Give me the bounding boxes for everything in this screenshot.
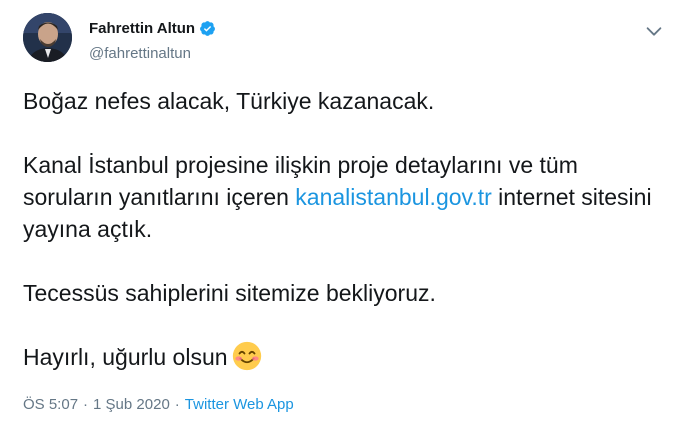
tweet-text: Boğaz nefes alacak, Türkiye kazanacak. K… <box>23 85 663 373</box>
tweet-line-3: Tecessüs sahiplerini sitemize bekliyoruz… <box>23 280 436 306</box>
author-handle[interactable]: @fahrettinaltun <box>89 45 191 62</box>
meta-separator: · <box>83 396 89 413</box>
tweet-line-4: Hayırlı, uğurlu olsun <box>23 341 663 373</box>
chevron-down-icon[interactable] <box>643 20 665 42</box>
avatar[interactable] <box>23 13 72 62</box>
avatar-photo <box>23 13 72 62</box>
website-link[interactable]: kanalistanbul.gov.tr <box>295 184 491 210</box>
meta-separator: · <box>174 396 180 413</box>
tweet-date[interactable]: 1 Şub 2020 <box>93 396 170 413</box>
tweet-card: Fahrettin Altun @fahrettinaltun Boğaz ne… <box>0 0 684 423</box>
smiling-face-emoji-icon <box>232 341 261 371</box>
tweet-line-4-text: Hayırlı, uğurlu olsun <box>23 344 228 370</box>
author-name-row[interactable]: Fahrettin Altun <box>89 20 216 37</box>
verified-badge-icon <box>200 21 216 36</box>
tweet-time[interactable]: ÖS 5:07 <box>23 396 78 413</box>
tweet-meta: ÖS 5:07 · 1 Şub 2020 · Twitter Web App <box>23 396 294 413</box>
tweet-source-link[interactable]: Twitter Web App <box>185 396 294 413</box>
author-display-name[interactable]: Fahrettin Altun <box>89 20 195 37</box>
tweet-line-1: Boğaz nefes alacak, Türkiye kazanacak. <box>23 88 435 114</box>
tweet-paragraph-2: Kanal İstanbul projesine ilişkin proje d… <box>23 149 663 245</box>
